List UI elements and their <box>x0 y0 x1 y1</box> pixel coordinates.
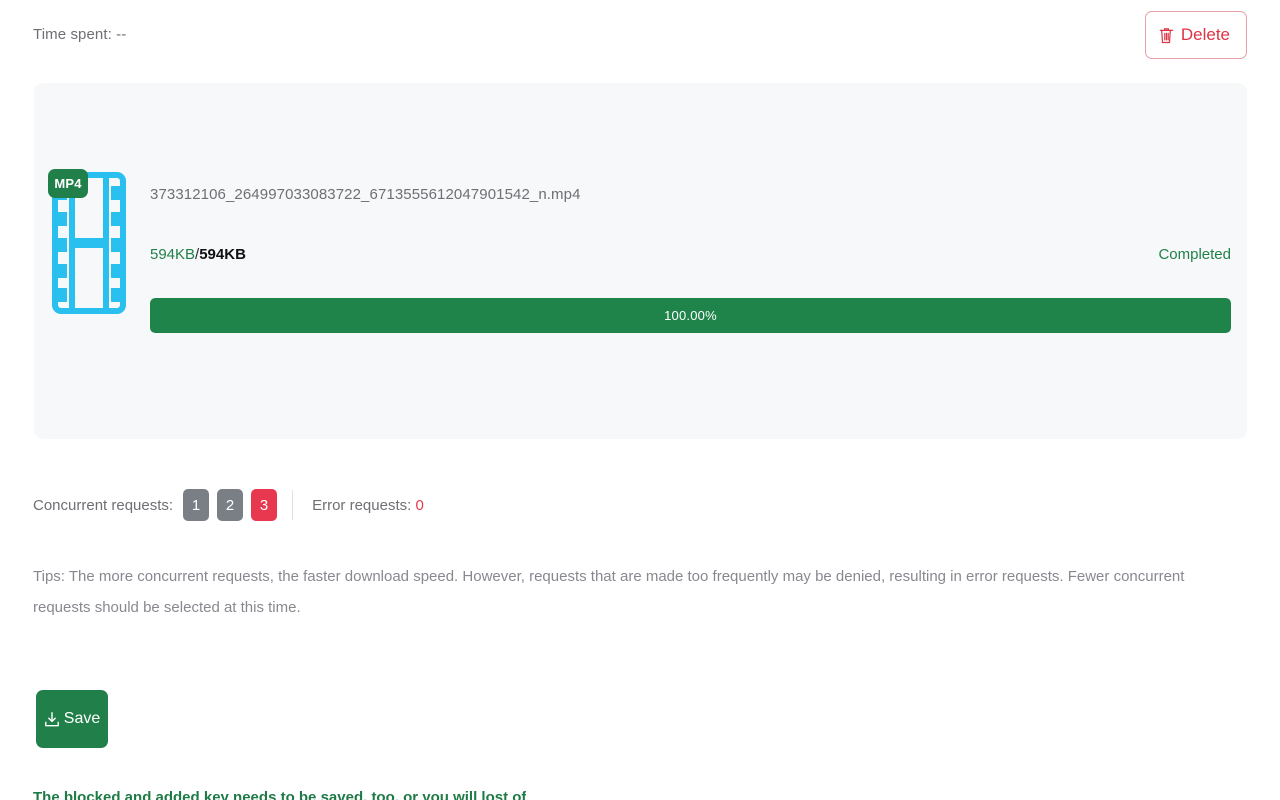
bottom-notice-text: The blocked and added key needs to be sa… <box>33 789 527 800</box>
file-size-line: 594KB/594KB <box>150 246 246 263</box>
file-download-card: MP4 373312106_264997033083722_6713555612… <box>34 83 1247 439</box>
save-button[interactable]: Save <box>36 690 108 748</box>
progress-bar: 100.00% <box>150 298 1231 333</box>
error-requests-text: Error requests: <box>312 496 412 514</box>
file-type-badge: MP4 <box>48 169 88 198</box>
delete-button-label: Delete <box>1180 25 1230 44</box>
progress-bar-fill: 100.00% <box>150 298 1231 333</box>
progress-percent-label: 100.00% <box>664 308 717 323</box>
download-icon <box>44 711 60 728</box>
error-requests-label: Error requests: 0 <box>312 497 424 514</box>
tips-text: Tips: The more concurrent requests, the … <box>33 568 1185 616</box>
error-requests-count: 0 <box>415 496 424 514</box>
time-spent-label: Time spent: -- <box>33 26 127 43</box>
downloaded-size: 594KB <box>150 246 196 263</box>
download-status: Completed <box>1158 246 1231 263</box>
concurrency-option-2[interactable]: 2 <box>217 489 244 521</box>
concurrency-row: Concurrent requests: 1 2 3 Error request… <box>33 487 424 523</box>
header-bar: Time spent: -- Delete <box>0 0 1280 72</box>
save-button-label: Save <box>63 710 101 727</box>
delete-button[interactable]: Delete <box>1144 11 1247 59</box>
trash-icon <box>1159 27 1174 44</box>
total-size: 594KB <box>199 246 246 263</box>
concurrency-option-1[interactable]: 1 <box>183 489 210 521</box>
download-manager-page: Time spent: -- Delete MP4 373312106_2649… <box>0 0 1280 800</box>
vertical-divider <box>292 490 294 520</box>
concurrent-requests-label: Concurrent requests: <box>33 496 174 514</box>
file-name-label: 373312106_264997033083722_67135556120479… <box>150 186 581 203</box>
concurrency-option-3[interactable]: 3 <box>251 489 278 521</box>
